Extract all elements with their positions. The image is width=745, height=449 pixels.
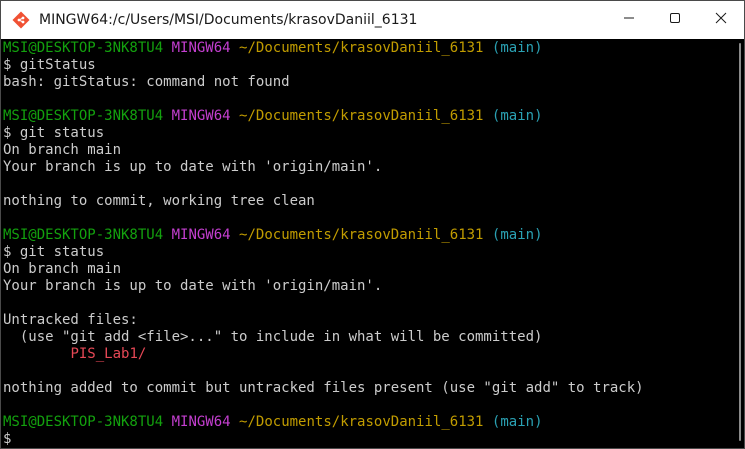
prompt-branch: (main) (491, 108, 543, 124)
close-button[interactable] (698, 1, 744, 39)
output-line: Untracked files: (3, 312, 734, 329)
prompt-user-host: MSI@DESKTOP-3NK8TU4 (3, 108, 164, 124)
output-line: Your branch is up to date with 'origin/m… (3, 278, 734, 295)
command-text: $ git status (3, 125, 105, 141)
prompt-user-host: MSI@DESKTOP-3NK8TU4 (3, 414, 164, 430)
output-line: nothing added to commit but untracked fi… (3, 380, 734, 397)
output-line: (use "git add <file>..." to include in w… (3, 329, 734, 346)
prompt-msystem: MINGW64 (171, 414, 231, 430)
prompt-path: ~/Documents/krasovDaniil_6131 (239, 108, 484, 124)
prompt-line: MSI@DESKTOP-3NK8TU4 MINGW64 ~/Documents/… (3, 40, 734, 57)
prompt-path: ~/Documents/krasovDaniil_6131 (239, 227, 484, 243)
terminal-output[interactable]: MSI@DESKTOP-3NK8TU4 MINGW64 ~/Documents/… (1, 39, 734, 448)
title-bar[interactable]: MINGW64:/c/Users/MSI/Documents/krasovDan… (1, 1, 744, 39)
git-bash-icon (11, 10, 31, 30)
prompt-user-host: MSI@DESKTOP-3NK8TU4 (3, 227, 164, 243)
output-line: On branch main (3, 142, 734, 159)
input-line[interactable]: $ (3, 431, 734, 448)
output-text: nothing to commit, working tree clean (3, 193, 315, 209)
untracked-file: PIS_Lab1/ (70, 346, 147, 362)
maximize-icon (669, 11, 681, 29)
output-text: Your branch is up to date with 'origin/m… (3, 159, 383, 175)
window-title: MINGW64:/c/Users/MSI/Documents/krasovDan… (39, 12, 418, 28)
prompt-msystem: MINGW64 (171, 108, 231, 124)
prompt-path: ~/Documents/krasovDaniil_6131 (239, 40, 484, 56)
prompt-branch: (main) (491, 40, 543, 56)
close-icon (715, 11, 727, 29)
command-line: $ git status (3, 125, 734, 142)
output-text: On branch main (3, 142, 122, 158)
untracked-file-line: PIS_Lab1/ (3, 346, 734, 363)
prompt-line: MSI@DESKTOP-3NK8TU4 MINGW64 ~/Documents/… (3, 227, 734, 244)
command-line: $ gitStatus (3, 57, 734, 74)
command-text: $ (3, 431, 20, 447)
prompt-branch: (main) (491, 414, 543, 430)
output-text: Your branch is up to date with 'origin/m… (3, 278, 383, 294)
prompt-msystem: MINGW64 (171, 227, 231, 243)
minimize-button[interactable] (606, 1, 652, 39)
output-text: On branch main (3, 261, 122, 277)
minimize-icon (623, 11, 635, 29)
output-line: Your branch is up to date with 'origin/m… (3, 159, 734, 176)
output-line: bash: gitStatus: command not found (3, 74, 734, 91)
window-controls (606, 1, 744, 39)
scrollbar-thumb[interactable] (739, 43, 741, 441)
scrollbar[interactable] (732, 39, 744, 448)
output-line: On branch main (3, 261, 734, 278)
prompt-msystem: MINGW64 (171, 40, 231, 56)
maximize-button[interactable] (652, 1, 698, 39)
prompt-line: MSI@DESKTOP-3NK8TU4 MINGW64 ~/Documents/… (3, 108, 734, 125)
terminal-window: MINGW64:/c/Users/MSI/Documents/krasovDan… (0, 0, 745, 449)
prompt-user-host: MSI@DESKTOP-3NK8TU4 (3, 40, 164, 56)
output-line: nothing to commit, working tree clean (3, 193, 734, 210)
command-text: $ gitStatus (3, 57, 96, 73)
command-line: $ git status (3, 244, 734, 261)
prompt-path: ~/Documents/krasovDaniil_6131 (239, 414, 484, 430)
command-text: $ git status (3, 244, 105, 260)
prompt-branch: (main) (491, 227, 543, 243)
output-text: bash: gitStatus: command not found (3, 74, 290, 90)
output-text: Untracked files: (3, 312, 138, 328)
output-text: (use "git add <file>..." to include in w… (3, 329, 543, 345)
prompt-line: MSI@DESKTOP-3NK8TU4 MINGW64 ~/Documents/… (3, 414, 734, 431)
output-text: nothing added to commit but untracked fi… (3, 380, 644, 396)
